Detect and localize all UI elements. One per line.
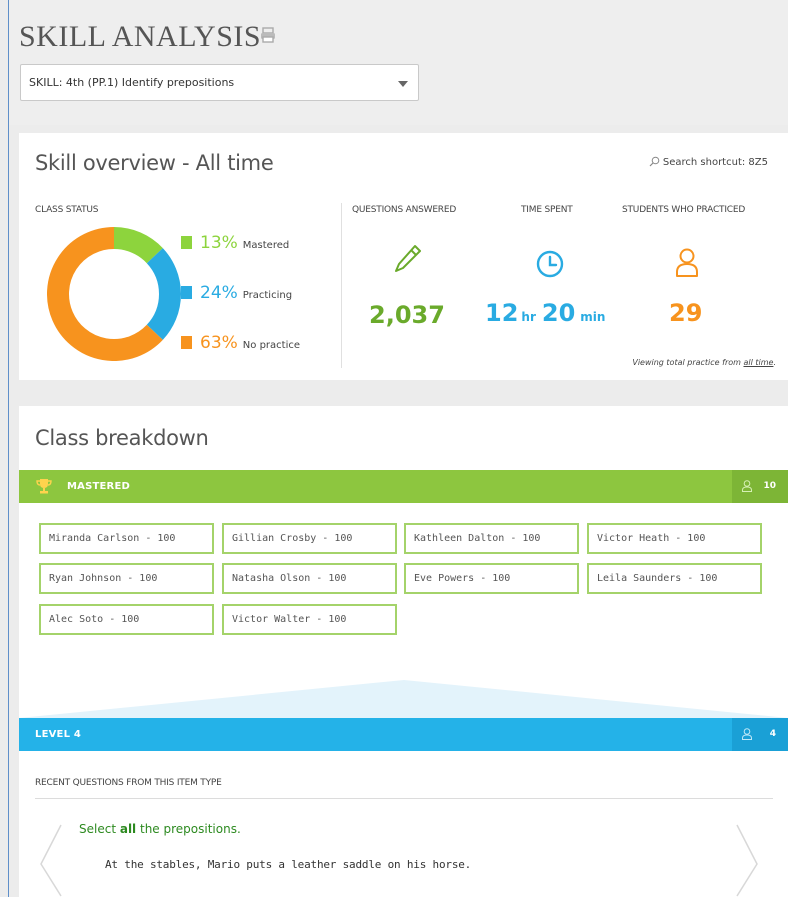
trophy-icon [36,479,52,494]
questions-answered-value: 2,037 [369,301,445,329]
legend-swatch-practicing [181,286,192,299]
mastered-label: MASTERED [67,481,130,492]
student-chip[interactable]: Alec Soto - 100 [39,604,214,635]
chevron-left-icon[interactable] [39,824,63,897]
question-instruction: Select all the prepositions. [79,822,241,836]
recent-questions-label: RECENT QUESTIONS FROM THIS ITEM TYPE [35,778,222,788]
viewing-note: Viewing total practice from all time. [632,358,776,367]
legend-no-practice: 63% No practice [181,333,300,353]
question-suffix: the prepositions. [136,822,241,836]
legend-text-no-practice: No practice [242,340,301,351]
question-prefix: Select [79,822,120,836]
skill-select-value: SKILL: 4th (PP.1) Identify prepositions [29,76,235,89]
search-shortcut-text: Search shortcut: 8Z5 [662,157,768,168]
legend-pct-mastered: 13% [200,233,238,253]
user-icon [742,728,752,740]
viewing-suffix: . [773,358,776,367]
student-chip[interactable]: Gillian Crosby - 100 [222,523,397,554]
printer-icon[interactable] [259,26,277,44]
donut-segment-mastered [113,227,163,264]
question-bold: all [119,822,137,836]
time-hours-unit: hr [521,310,536,324]
level-label: LEVEL 4 [35,729,81,740]
chevron-down-icon [398,81,408,87]
search-shortcut: Search shortcut: 8Z5 [649,156,768,168]
pencil-icon [395,245,421,272]
time-spent-value: 12 hr 20 min [485,299,605,327]
legend-practicing: 24% Practicing [181,283,292,303]
legend-text-practicing: Practicing [242,290,293,301]
questions-answered-label: QUESTIONS ANSWERED [352,205,457,215]
student-chip[interactable]: Ryan Johnson - 100 [39,563,214,594]
legend-swatch-no-practice [181,336,192,349]
students-practiced-value: 29 [669,299,703,327]
student-chip[interactable]: Kathleen Dalton - 100 [404,523,579,554]
student-chip[interactable]: Miranda Carlson - 100 [39,523,214,554]
legend-swatch-mastered [181,236,192,249]
mastered-bar[interactable]: MASTERED 10 [19,470,788,503]
question-sentence: At the stables, Mario puts a leather sad… [105,858,472,871]
clock-icon [536,250,564,278]
time-spent-label: TIME SPENT [521,205,573,215]
class-status-donut [47,227,181,361]
search-icon [649,156,660,167]
student-chip[interactable]: Victor Heath - 100 [587,523,762,554]
donut-segment-practicing [146,248,181,340]
user-icon [742,480,752,492]
recent-divider [35,798,773,799]
skill-overview-panel: Skill overview - All time Search shortcu… [19,133,788,380]
overview-divider [341,203,342,368]
class-breakdown-panel: Class breakdown MASTERED 10 Miranda Carl… [19,406,788,897]
left-border [8,0,9,897]
overview-title: Skill overview - All time [35,151,274,175]
student-chip[interactable]: Eve Powers - 100 [404,563,579,594]
mastered-count: 10 [763,481,776,491]
mastered-count-box: 10 [732,470,788,503]
page-header: SKILL ANALYSIS SKILL: 4th (PP.1) Identif… [9,0,788,125]
level-count-box: 4 [732,718,788,751]
student-chip[interactable]: Leila Saunders - 100 [587,563,762,594]
legend-text-mastered: Mastered [242,240,290,251]
viewing-prefix: Viewing total practice from [632,358,744,367]
breakdown-title: Class breakdown [35,426,209,450]
level-pointer [19,680,788,718]
level-count: 4 [769,729,776,739]
page-title: SKILL ANALYSIS [19,20,262,53]
level-4-bar[interactable]: LEVEL 4 4 [19,718,788,751]
legend-pct-practicing: 24% [200,283,238,303]
time-hours: 12 [485,299,519,327]
time-minutes: 20 [541,299,576,327]
section-gap [9,382,788,406]
legend-mastered: 13% Mastered [181,233,289,253]
class-status-label: CLASS STATUS [35,205,99,215]
time-minutes-unit: min [580,310,606,324]
student-chip[interactable]: Natasha Olson - 100 [222,563,397,594]
student-chip[interactable]: Victor Walter - 100 [222,604,397,635]
all-time-link[interactable]: all time [743,358,773,367]
legend-pct-no-practice: 63% [200,333,238,353]
students-practiced-label: STUDENTS WHO PRACTICED [622,205,746,215]
chevron-right-icon[interactable] [735,824,759,897]
user-icon [676,248,698,277]
skill-select[interactable]: SKILL: 4th (PP.1) Identify prepositions [20,64,419,101]
